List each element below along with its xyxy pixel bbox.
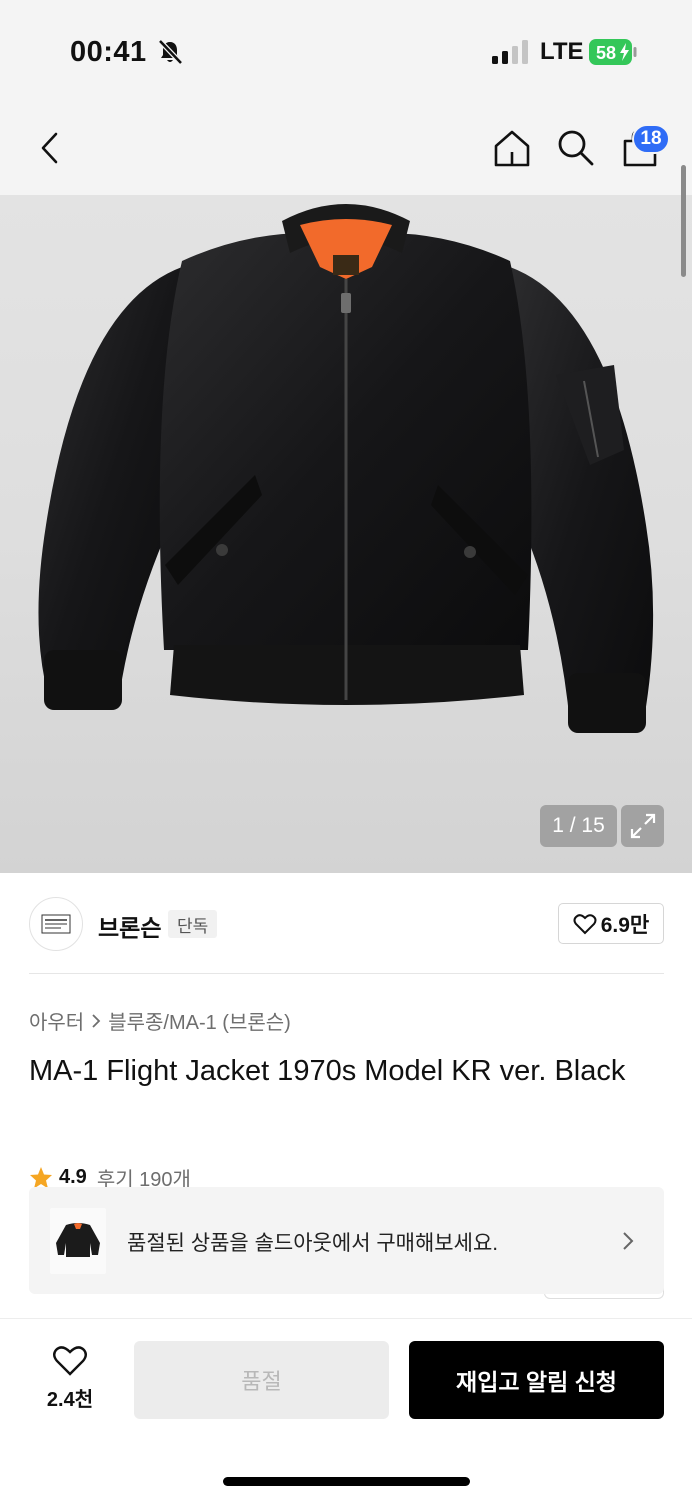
chevron-right-icon [92, 1013, 101, 1028]
divider [29, 973, 664, 974]
expand-icon [630, 813, 655, 839]
jacket-photo [38, 204, 654, 733]
home-button[interactable] [492, 128, 532, 168]
product-title: MA-1 Flight Jacket 1970s Model KR ver. B… [29, 1055, 626, 1087]
exclusive-tag: 단독 [168, 910, 218, 938]
product-image[interactable] [0, 195, 692, 873]
star-icon [30, 1166, 52, 1188]
search-button[interactable] [556, 128, 596, 168]
search-icon [558, 130, 594, 166]
battery-level: 58 [596, 43, 616, 63]
page-scrollbar[interactable] [681, 165, 686, 277]
brand-like-button[interactable]: 6.9만 [558, 903, 664, 944]
rating-score: 4.9 [59, 1166, 87, 1188]
back-arrow-icon [41, 132, 58, 164]
brand-like-count: 6.9만 [600, 913, 650, 937]
breadcrumb: 아우터 블루종/MA-1 (브론슨) [29, 1006, 291, 1035]
bell-slash-icon [158, 39, 183, 65]
chevron-right-icon [623, 1232, 634, 1250]
heart-icon [53, 1346, 87, 1376]
soldout-button: 품절 [134, 1341, 389, 1419]
network-type: LTE [540, 38, 584, 65]
status-time: 00:41 [70, 36, 147, 68]
wishlist-count: 2.4천 [46, 1389, 94, 1411]
heart-icon [573, 913, 597, 934]
image-counter: 1 / 15 [540, 805, 617, 847]
battery-icon: 58 [589, 39, 637, 65]
brand-name[interactable]: 브론슨 [98, 909, 161, 943]
wishlist-button[interactable]: 2.4천 [30, 1345, 110, 1415]
top-nav [0, 100, 692, 195]
home-indicator[interactable] [223, 1477, 470, 1486]
jacket-thumbnail [56, 1223, 100, 1257]
brand-logo[interactable] [29, 897, 83, 951]
restock-alert-button[interactable]: 재입고 알림 신청 [409, 1341, 664, 1419]
signal-icon [492, 40, 528, 64]
home-icon [494, 130, 530, 167]
back-button[interactable] [30, 128, 70, 168]
soldout-banner[interactable]: 품절된 상품을 솔드아웃에서 구매해보세요. [29, 1187, 664, 1294]
brand-logo-icon [41, 914, 71, 934]
breadcrumb-subcategory[interactable]: 블루종/MA-1 (브론슨) [108, 1006, 291, 1035]
expand-image-button[interactable] [621, 805, 664, 847]
banner-thumbnail [50, 1208, 106, 1274]
soldout-banner-text: 품절된 상품을 솔드아웃에서 구매해보세요. [127, 1232, 499, 1255]
status-bar: 00:41 LTE 58 [0, 0, 692, 100]
cart-count-badge: 18 [632, 124, 670, 154]
breadcrumb-category[interactable]: 아우터 [29, 1006, 84, 1035]
